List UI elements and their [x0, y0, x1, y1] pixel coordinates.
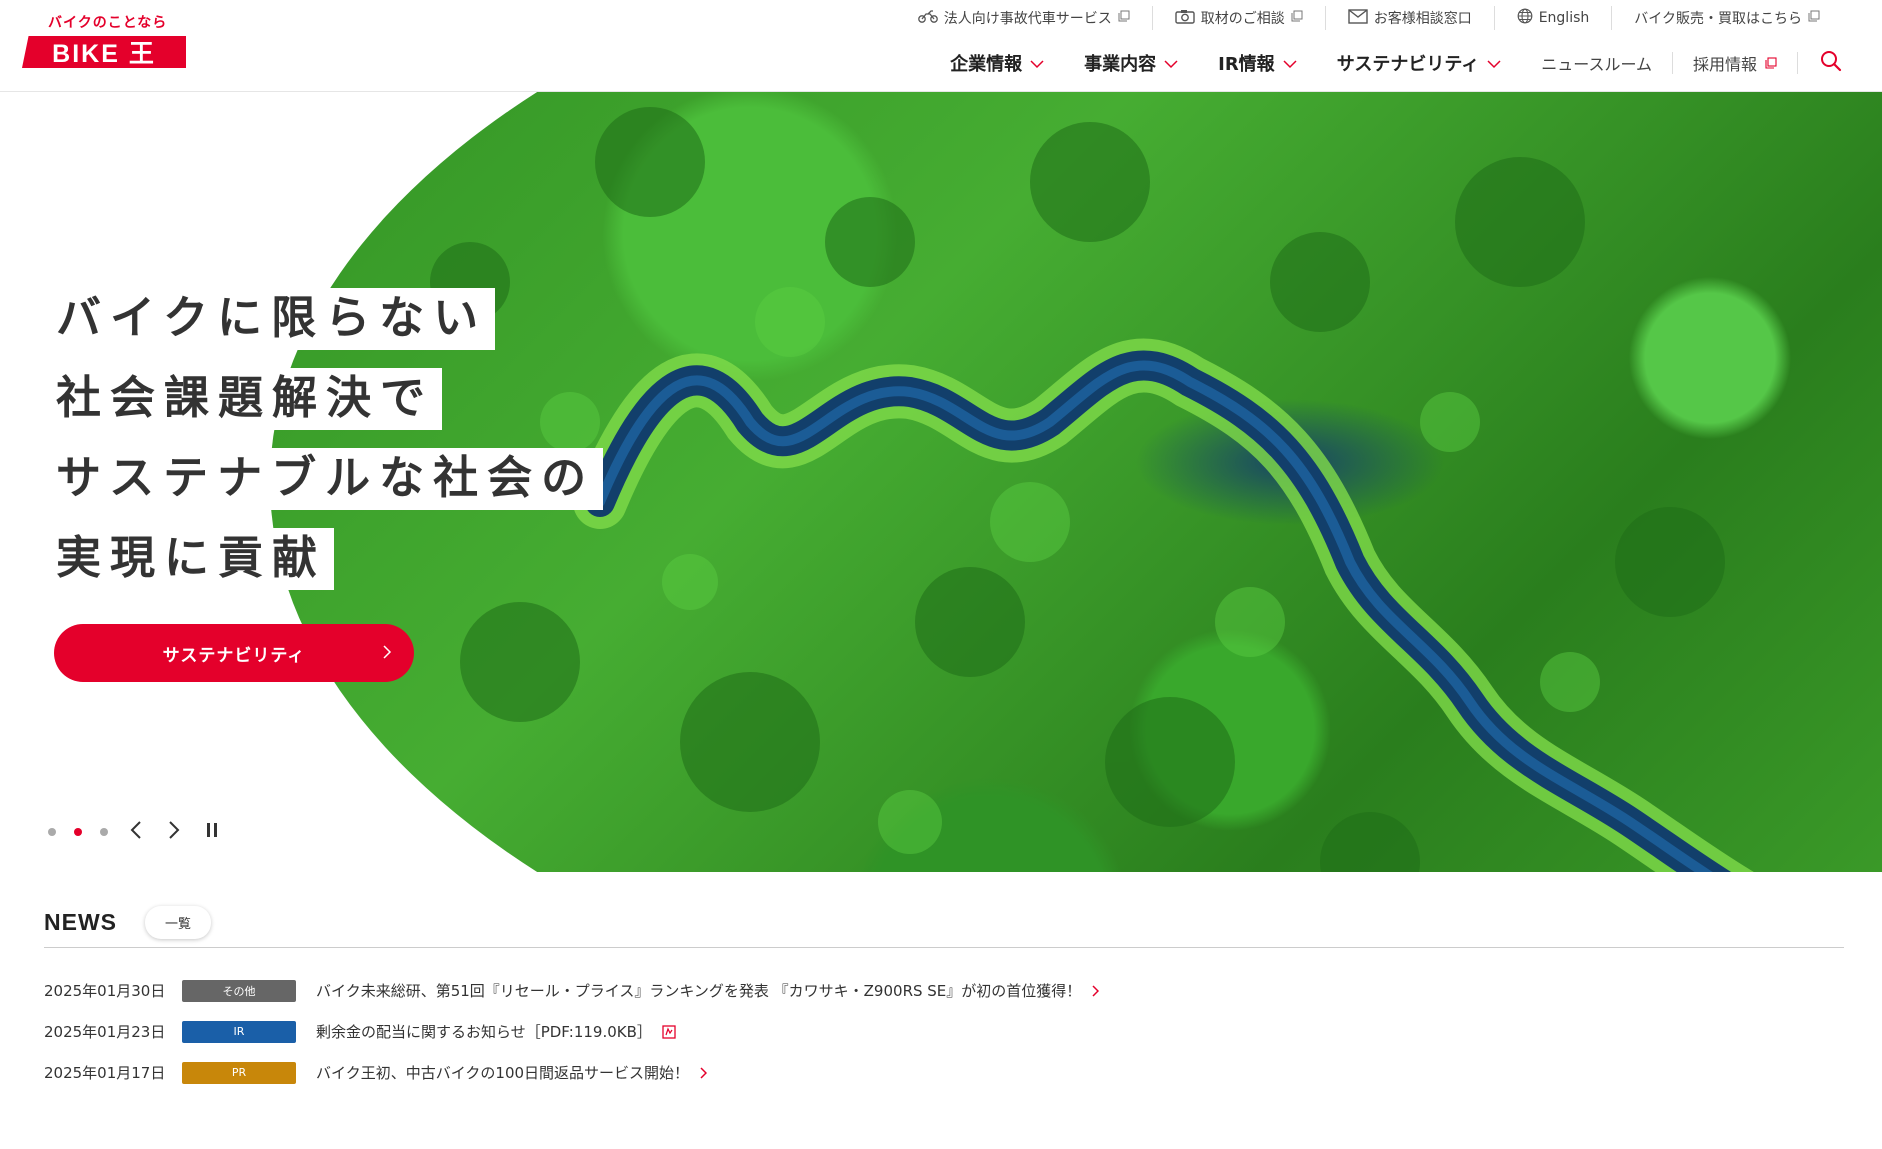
news-category-badge: IR: [182, 1020, 296, 1043]
util-label: お客様相談窓口: [1373, 11, 1472, 27]
util-link-corporate-rental[interactable]: 法人向け事故代車サービス: [896, 6, 1152, 30]
util-label: 法人向け事故代車サービス: [943, 11, 1112, 27]
news-title: NEWS: [44, 909, 117, 935]
hero-headline-line: サステナブルな社会の: [48, 448, 604, 510]
nav-label: IR情報: [1218, 54, 1275, 75]
next-slide-button[interactable]: [164, 820, 184, 844]
external-link-icon: [1808, 10, 1820, 26]
external-link-icon: [1765, 54, 1777, 73]
chevron-down-icon: [1487, 53, 1501, 74]
nav-label: 事業内容: [1084, 54, 1157, 75]
nav-item-business[interactable]: 事業内容: [1064, 50, 1198, 76]
chevron-right-icon: [168, 820, 180, 844]
nav-label: 企業情報: [950, 54, 1023, 75]
nav-item-recruit[interactable]: 採用情報: [1673, 51, 1797, 75]
news-headline-link[interactable]: バイク未来総研、第51回『リセール・プライス』ランキングを発表 『カワサキ・Z9…: [316, 980, 1081, 1001]
news-category-badge: PR: [182, 1061, 296, 1084]
news-category-badge: その他: [182, 979, 296, 1002]
slide-dot-1[interactable]: [48, 828, 56, 836]
prev-slide-button[interactable]: [126, 820, 146, 844]
globe-icon: [1517, 8, 1533, 28]
nav-label: ニュースルーム: [1541, 55, 1652, 74]
nav-item-newsroom[interactable]: ニュースルーム: [1521, 51, 1672, 75]
logo-brand: BIKE 王: [52, 40, 156, 68]
site-header: バイクのことなら BIKE 王 法人向け事故代車サービス 取材のご相談 お客様相…: [0, 0, 1882, 92]
hero-headline-line: 実現に貢献: [48, 528, 335, 590]
util-link-contact[interactable]: お客様相談窓口: [1324, 6, 1494, 30]
news-item[interactable]: 2025年01月23日 IR 剰余金の配当に関するお知らせ［PDF:119.0KB］: [44, 1011, 1844, 1052]
news-list: 2025年01月30日 その他 バイク未来総研、第51回『リセール・プライス』ランキ…: [44, 970, 1844, 1093]
mail-icon: [1348, 8, 1368, 28]
slide-dot-3[interactable]: [100, 828, 108, 836]
news-date: 2025年01月17日: [44, 1064, 166, 1082]
util-link-english[interactable]: English: [1493, 6, 1612, 30]
util-link-press[interactable]: 取材のご相談: [1151, 6, 1325, 30]
chevron-down-icon: [1164, 53, 1178, 74]
nav-item-company[interactable]: 企業情報: [930, 50, 1064, 76]
pdf-icon: [662, 1024, 676, 1039]
chevron-down-icon: [1283, 53, 1297, 74]
chevron-right-icon: [699, 1066, 708, 1079]
util-label: English: [1538, 10, 1590, 26]
external-link-icon: [1291, 10, 1303, 26]
search-icon: [1820, 50, 1842, 76]
slide-dot-2[interactable]: [74, 828, 82, 836]
news-headline-link[interactable]: バイク王初、中古バイクの100日間返品サービス開始！: [316, 1062, 689, 1083]
hero-headline: バイクに限らない 社会課題解決で サステナブルな社会の 実現に貢献: [48, 288, 604, 608]
pause-icon: [206, 822, 218, 842]
util-label: 取材のご相談: [1200, 11, 1285, 27]
chevron-left-icon: [130, 820, 142, 844]
news-header: NEWS 一覧: [44, 906, 1844, 948]
news-date: 2025年01月30日: [44, 982, 166, 1000]
news-headline-link[interactable]: 剰余金の配当に関するお知らせ［PDF:119.0KB］: [316, 1021, 652, 1042]
util-link-bike-sales[interactable]: バイク販売・買取はこちら: [1611, 6, 1842, 30]
motorcycle-icon: [917, 9, 938, 27]
site-logo[interactable]: バイクのことなら BIKE 王: [22, 10, 188, 70]
slider-controls: [48, 820, 222, 844]
nav-label: 採用情報: [1692, 55, 1757, 74]
hero-headline-line: バイクに限らない: [48, 288, 496, 350]
nav-item-sustainability[interactable]: サステナビリティ: [1317, 50, 1522, 76]
utility-nav: 法人向け事故代車サービス 取材のご相談 お客様相談窓口 English バイク販…: [896, 6, 1842, 30]
news-date: 2025年01月23日: [44, 1023, 166, 1041]
sustainability-cta-button[interactable]: サステナビリティ: [54, 624, 414, 682]
hero-slider: バイクに限らない 社会課題解決で サステナブルな社会の 実現に貢献 サステナビリ…: [0, 92, 1882, 872]
camera-icon: [1175, 9, 1195, 28]
external-link-icon: [1118, 10, 1130, 26]
nav-label: サステナビリティ: [1336, 54, 1480, 75]
util-label: バイク販売・買取はこちら: [1634, 11, 1802, 27]
cta-label: サステナビリティ: [162, 645, 306, 666]
logo-tagline: バイクのことなら: [48, 15, 168, 31]
news-item[interactable]: 2025年01月17日 PR バイク王初、中古バイクの100日間返品サービス開始！: [44, 1052, 1844, 1093]
nav-item-ir[interactable]: IR情報: [1198, 50, 1317, 76]
news-item[interactable]: 2025年01月30日 その他 バイク未来総研、第51回『リセール・プライス』ランキ…: [44, 970, 1844, 1011]
chevron-right-icon: [1091, 984, 1100, 997]
main-nav: 企業情報 事業内容 IR情報 サステナビリティ ニュースルーム 採用情報: [930, 48, 1842, 78]
news-all-button[interactable]: 一覧: [145, 906, 212, 939]
chevron-down-icon: [1030, 53, 1044, 74]
logo-plate: BIKE 王: [22, 36, 186, 68]
search-button[interactable]: [1798, 50, 1842, 76]
news-section: NEWS 一覧 2025年01月30日 その他 バイク未来総研、第51回『リセール・…: [44, 906, 1844, 1093]
hero-headline-line: 社会課題解決で: [48, 368, 443, 430]
chevron-right-icon: [382, 644, 392, 665]
pause-slider-button[interactable]: [202, 820, 222, 844]
